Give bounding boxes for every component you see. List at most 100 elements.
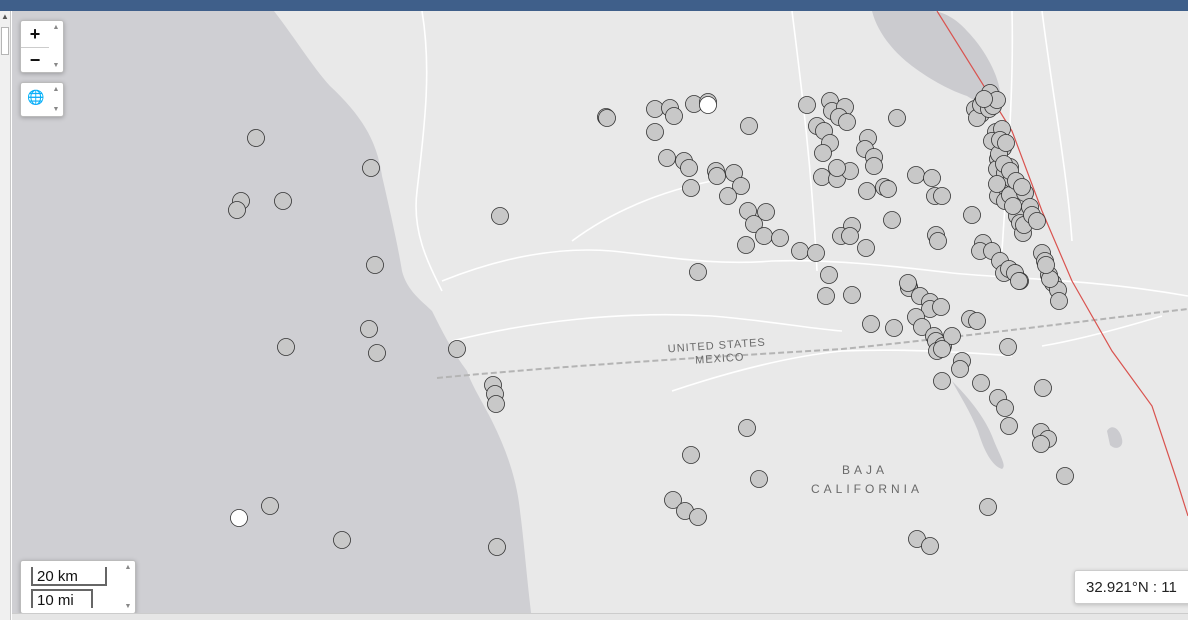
- earthquake-marker[interactable]: [858, 182, 876, 200]
- earthquake-marker[interactable]: [828, 159, 846, 177]
- earthquake-marker[interactable]: [899, 274, 917, 292]
- scale-scrollbar[interactable]: ▲ ▼: [121, 561, 135, 613]
- zoom-out-button[interactable]: −: [21, 47, 49, 73]
- earthquake-marker[interactable]: [921, 537, 939, 555]
- earthquake-marker[interactable]: [865, 157, 883, 175]
- earthquake-marker[interactable]: [689, 263, 707, 281]
- earthquake-marker[interactable]: [888, 109, 906, 127]
- earthquake-marker[interactable]: [1013, 178, 1031, 196]
- chevron-down-icon[interactable]: ▼: [123, 603, 133, 610]
- earthquake-marker[interactable]: [820, 266, 838, 284]
- earthquake-marker[interactable]: [862, 315, 880, 333]
- earthquake-marker[interactable]: [277, 338, 295, 356]
- earthquake-marker[interactable]: [813, 168, 831, 186]
- earthquake-marker[interactable]: [491, 207, 509, 225]
- earthquake-marker[interactable]: [923, 169, 941, 187]
- earthquake-marker[interactable]: [988, 175, 1006, 193]
- scroll-up-arrow-icon[interactable]: ▲: [1, 12, 9, 22]
- earthquake-marker[interactable]: [798, 96, 816, 114]
- earthquake-marker[interactable]: [996, 399, 1014, 417]
- earthquake-marker[interactable]: [1028, 212, 1046, 230]
- bottom-scrollbar[interactable]: [12, 613, 1188, 620]
- earthquake-marker[interactable]: [885, 319, 903, 337]
- earthquake-marker[interactable]: [333, 531, 351, 549]
- chevron-up-icon[interactable]: ▲: [51, 86, 61, 93]
- earthquake-marker[interactable]: [1032, 435, 1050, 453]
- earthquake-marker[interactable]: [1004, 197, 1022, 215]
- zoom-in-button[interactable]: +: [21, 21, 49, 48]
- earthquake-marker[interactable]: [951, 360, 969, 378]
- earthquake-map[interactable]: UNITED STATES MEXICO BAJA CALIFORNIA + −…: [12, 11, 1188, 620]
- earthquake-marker[interactable]: [883, 211, 901, 229]
- earthquake-marker[interactable]: [963, 206, 981, 224]
- earthquake-marker[interactable]: [598, 109, 616, 127]
- chevron-up-icon[interactable]: ▲: [123, 564, 133, 571]
- earthquake-marker[interactable]: [843, 286, 861, 304]
- earthquake-marker[interactable]: [929, 232, 947, 250]
- earthquake-marker[interactable]: [719, 187, 737, 205]
- earthquake-marker[interactable]: [932, 298, 950, 316]
- earthquake-marker[interactable]: [228, 201, 246, 219]
- earthquake-marker[interactable]: [933, 187, 951, 205]
- earthquake-marker[interactable]: [755, 227, 773, 245]
- earthquake-marker[interactable]: [488, 538, 506, 556]
- earthquake-marker[interactable]: [771, 229, 789, 247]
- earthquake-marker[interactable]: [972, 374, 990, 392]
- earthquake-marker[interactable]: [1056, 467, 1074, 485]
- earthquake-marker[interactable]: [968, 312, 986, 330]
- earthquake-marker[interactable]: [1010, 272, 1028, 290]
- earthquake-marker[interactable]: [817, 287, 835, 305]
- earthquake-marker[interactable]: [933, 372, 951, 390]
- earthquake-marker-highlighted[interactable]: [699, 96, 717, 114]
- earthquake-marker[interactable]: [1034, 379, 1052, 397]
- globe-icon[interactable]: 🌐: [27, 89, 44, 105]
- earthquake-marker[interactable]: [261, 497, 279, 515]
- earthquake-marker[interactable]: [879, 180, 897, 198]
- earthquake-marker[interactable]: [658, 149, 676, 167]
- earthquake-marker[interactable]: [999, 338, 1017, 356]
- earthquake-marker[interactable]: [757, 203, 775, 221]
- earthquake-marker[interactable]: [665, 107, 683, 125]
- earthquake-marker[interactable]: [907, 166, 925, 184]
- map-canvas[interactable]: UNITED STATES MEXICO BAJA CALIFORNIA: [12, 11, 1188, 620]
- earthquake-marker[interactable]: [487, 395, 505, 413]
- earthquake-marker[interactable]: [807, 244, 825, 262]
- earthquake-marker[interactable]: [1000, 417, 1018, 435]
- earthquake-marker[interactable]: [791, 242, 809, 260]
- earthquake-marker[interactable]: [448, 340, 466, 358]
- zoom-control-scrollbar[interactable]: ▲ ▼: [49, 21, 63, 72]
- earthquake-marker[interactable]: [646, 123, 664, 141]
- scroll-thumb[interactable]: [1, 27, 9, 55]
- earthquake-marker[interactable]: [646, 100, 664, 118]
- layers-control-scrollbar[interactable]: ▲ ▼: [49, 83, 63, 116]
- earthquake-marker[interactable]: [247, 129, 265, 147]
- chevron-down-icon[interactable]: ▼: [51, 106, 61, 113]
- earthquake-marker[interactable]: [857, 239, 875, 257]
- earthquake-marker[interactable]: [933, 340, 951, 358]
- earthquake-marker[interactable]: [979, 498, 997, 516]
- page-scrollbar[interactable]: ▲: [0, 11, 11, 620]
- earthquake-marker[interactable]: [975, 90, 993, 108]
- earthquake-marker[interactable]: [680, 159, 698, 177]
- earthquake-marker[interactable]: [682, 179, 700, 197]
- earthquake-marker[interactable]: [362, 159, 380, 177]
- earthquake-marker[interactable]: [841, 227, 859, 245]
- chevron-down-icon[interactable]: ▼: [51, 62, 61, 69]
- earthquake-marker[interactable]: [682, 446, 700, 464]
- earthquake-marker[interactable]: [360, 320, 378, 338]
- earthquake-marker[interactable]: [708, 167, 726, 185]
- earthquake-marker[interactable]: [737, 236, 755, 254]
- chevron-up-icon[interactable]: ▲: [51, 24, 61, 31]
- earthquake-marker[interactable]: [814, 144, 832, 162]
- earthquake-marker[interactable]: [366, 256, 384, 274]
- earthquake-marker[interactable]: [1050, 292, 1068, 310]
- earthquake-marker[interactable]: [368, 344, 386, 362]
- earthquake-marker[interactable]: [838, 113, 856, 131]
- earthquake-marker[interactable]: [274, 192, 292, 210]
- earthquake-marker-highlighted[interactable]: [230, 509, 248, 527]
- earthquake-marker[interactable]: [997, 134, 1015, 152]
- earthquake-marker[interactable]: [740, 117, 758, 135]
- earthquake-marker[interactable]: [689, 508, 707, 526]
- earthquake-marker[interactable]: [738, 419, 756, 437]
- earthquake-marker[interactable]: [1037, 256, 1055, 274]
